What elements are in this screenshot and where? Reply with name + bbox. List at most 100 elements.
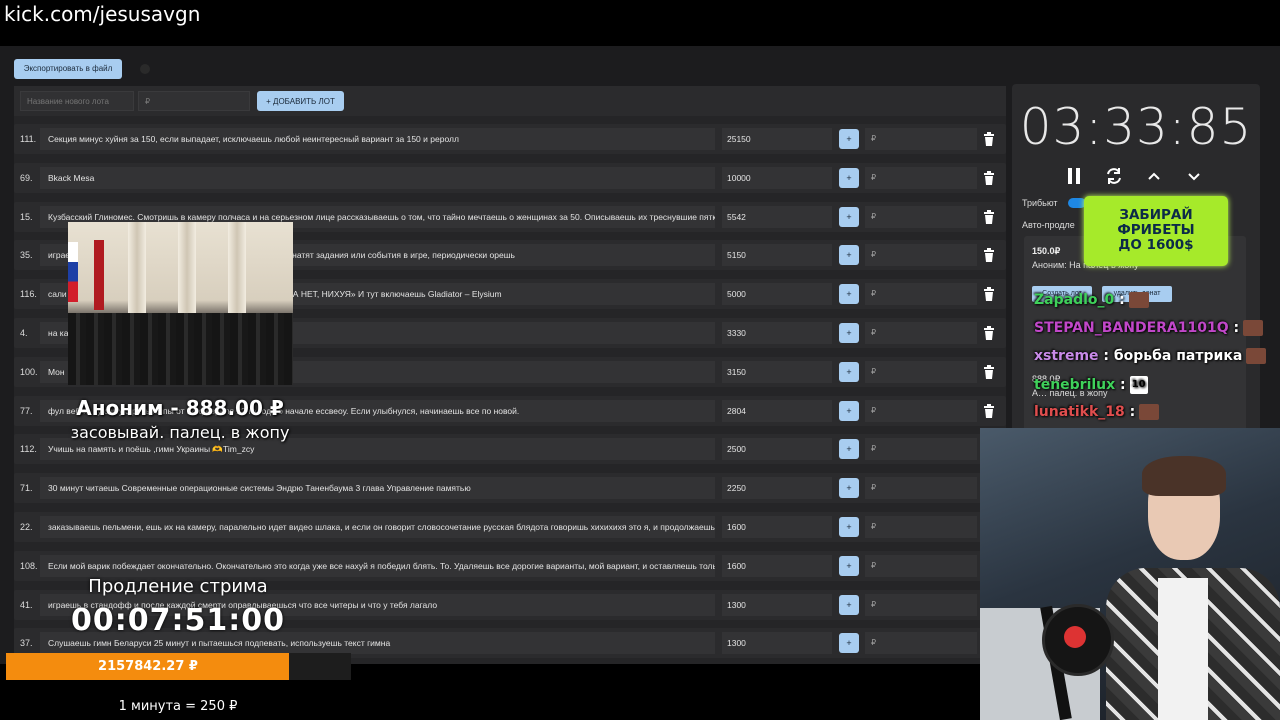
lot-add-amount-input[interactable]: ₽ xyxy=(865,554,977,577)
lot-add-amount-input[interactable]: ₽ xyxy=(865,477,977,500)
chat-username[interactable]: STEPAN_BANDERA1101Q xyxy=(1034,320,1229,336)
chevron-down-icon[interactable] xyxy=(1184,166,1204,186)
lot-sum-input[interactable]: 2250 xyxy=(722,477,832,500)
emote-icon xyxy=(1246,348,1267,364)
lot-sum-input[interactable]: 3150 xyxy=(722,360,832,383)
lot-add-amount-input[interactable]: ₽ xyxy=(865,438,977,461)
chat-username[interactable]: Zapadlo_0 xyxy=(1034,292,1114,308)
lot-description-input[interactable]: Bkack Mesa xyxy=(40,166,715,189)
promo-line: ЗАБИРАЙ xyxy=(1119,207,1193,223)
stream-url: kick.com/jesusavgn xyxy=(0,0,1280,46)
trash-icon[interactable] xyxy=(983,248,995,263)
extension-title: Продление стрима xyxy=(88,576,268,597)
lot-description-input[interactable]: 30 минут читаешь Современные операционны… xyxy=(40,477,715,500)
trash-icon[interactable] xyxy=(983,287,995,302)
chat-username[interactable]: lunatikk_18 xyxy=(1034,404,1125,420)
lot-row: 71. 30 минут читаешь Современные операцио… xyxy=(14,473,1006,504)
flag-image xyxy=(68,242,78,302)
lot-add-button[interactable]: + xyxy=(839,361,859,382)
lot-add-button[interactable]: + xyxy=(839,129,859,149)
promo-banner[interactable]: ЗАБИРАЙ ФРИБЕТЫ ДО 1600$ xyxy=(1084,196,1228,266)
reset-icon[interactable] xyxy=(1104,166,1124,186)
extension-timer: 00:07:51:00 xyxy=(71,603,285,638)
chat-text: : xyxy=(1124,404,1136,420)
promo-line: ДО 1600$ xyxy=(1118,237,1194,253)
lot-sum-input[interactable]: 2804 xyxy=(722,399,832,422)
lot-row: 69. Bkack Mesa 10000 + ₽ xyxy=(14,162,1006,193)
lot-sum-input[interactable]: 5542 xyxy=(722,205,832,228)
export-button[interactable]: Экспортировать в файл xyxy=(14,59,122,79)
trash-icon[interactable] xyxy=(983,209,995,224)
crowd xyxy=(68,313,293,385)
news-photo xyxy=(68,222,293,385)
lot-description-input[interactable]: заказываешь пельмени, ешь их на камеру, … xyxy=(40,516,715,538)
lot-add-button[interactable]: + xyxy=(839,245,859,266)
trash-icon[interactable] xyxy=(983,364,995,379)
trash-icon[interactable] xyxy=(983,132,995,146)
lot-add-amount-input[interactable]: ₽ xyxy=(865,128,977,150)
lot-add-button[interactable]: + xyxy=(839,439,859,460)
lot-add-button[interactable]: + xyxy=(839,167,859,188)
lot-add-amount-input[interactable]: ₽ xyxy=(865,632,977,655)
chat-message: lunatikk_18 : xyxy=(1034,404,1160,420)
chat-overlay: Zapadlo_0 : STEPAN_BANDERA1101Q : xstreme … xyxy=(1030,292,1280,432)
new-lot-row: + ДОБАВИТЬ ЛОТ xyxy=(14,86,1006,116)
chat-text: : xyxy=(1228,320,1240,336)
lot-add-amount-input[interactable]: ₽ xyxy=(865,205,977,228)
lot-add-amount-input[interactable]: ₽ xyxy=(865,244,977,267)
lot-add-amount-input[interactable]: ₽ xyxy=(865,322,977,344)
lot-sum-input[interactable]: 10000 xyxy=(722,166,832,189)
lot-sum-input[interactable]: 5150 xyxy=(722,244,832,267)
lot-add-button[interactable]: + xyxy=(839,478,859,499)
trash-icon[interactable] xyxy=(983,403,995,418)
lot-sum-input[interactable]: 3330 xyxy=(722,322,832,344)
lot-add-button[interactable]: + xyxy=(839,206,859,227)
lot-add-button[interactable]: + xyxy=(839,400,859,421)
column xyxy=(128,222,146,317)
chat-message: xstreme : борьба патрика xyxy=(1034,348,1267,364)
add-lot-button[interactable]: + ДОБАВИТЬ ЛОТ xyxy=(257,91,344,111)
lot-sum-input[interactable]: 1300 xyxy=(722,632,832,655)
lot-sum-input[interactable]: 25150 xyxy=(722,128,832,150)
chevron-up-icon[interactable] xyxy=(1144,166,1164,186)
lot-add-amount-input[interactable]: ₽ xyxy=(865,166,977,189)
lot-add-button[interactable]: + xyxy=(839,555,859,576)
lot-add-button[interactable]: + xyxy=(839,517,859,537)
lot-sum-input[interactable]: 1600 xyxy=(722,554,832,577)
column xyxy=(228,222,246,317)
trash-icon[interactable] xyxy=(983,326,995,340)
rate-text: 1 минута = 250 ₽ xyxy=(118,699,238,714)
lot-add-amount-input[interactable]: ₽ xyxy=(865,283,977,306)
lot-add-button[interactable]: + xyxy=(839,594,859,615)
emote-icon xyxy=(1243,320,1264,336)
lot-sum-input[interactable]: 5000 xyxy=(722,283,832,306)
lot-add-button[interactable]: + xyxy=(839,323,859,343)
pause-icon[interactable] xyxy=(1064,166,1084,186)
chat-text: : xyxy=(1114,292,1125,308)
lot-description-input[interactable]: Если мой варик побеждает окончательно. О… xyxy=(40,554,715,577)
lot-add-button[interactable]: + xyxy=(839,633,859,654)
lot-add-amount-input[interactable]: ₽ xyxy=(865,399,977,422)
lot-add-button[interactable]: + xyxy=(839,284,859,305)
badge-icon: 10 xyxy=(1129,376,1148,394)
chat-text: : xyxy=(1115,377,1126,393)
lot-row: 111. Секция минус хуйня за 150, если выпа… xyxy=(14,124,1006,154)
auction-timer: 03:33:85 xyxy=(1019,98,1253,156)
chat-text: : борьба патрика xyxy=(1098,348,1243,364)
status-dot xyxy=(140,64,150,74)
new-lot-price-input[interactable] xyxy=(138,91,250,111)
lot-sum-input[interactable]: 1300 xyxy=(722,593,832,616)
new-lot-name-input[interactable] xyxy=(20,91,134,111)
chat-username[interactable]: tenebrilux xyxy=(1034,377,1115,393)
lot-sum-input[interactable]: 1600 xyxy=(722,516,832,538)
lot-description-input[interactable]: Секция минус хуйня за 150, если выпадает… xyxy=(40,128,715,150)
auto-extend-label: Авто-продле xyxy=(1022,220,1075,230)
trash-icon[interactable] xyxy=(983,170,995,185)
alert-message: засовывай. палец. в жопу xyxy=(70,423,290,442)
lot-add-amount-input[interactable]: ₽ xyxy=(865,360,977,383)
lot-add-amount-input[interactable]: ₽ xyxy=(865,593,977,616)
chat-username[interactable]: xstreme xyxy=(1034,348,1099,364)
lot-sum-input[interactable]: 2500 xyxy=(722,438,832,461)
lot-add-amount-input[interactable]: ₽ xyxy=(865,516,977,538)
total-amount: 2157842.27 ₽ xyxy=(98,659,198,674)
